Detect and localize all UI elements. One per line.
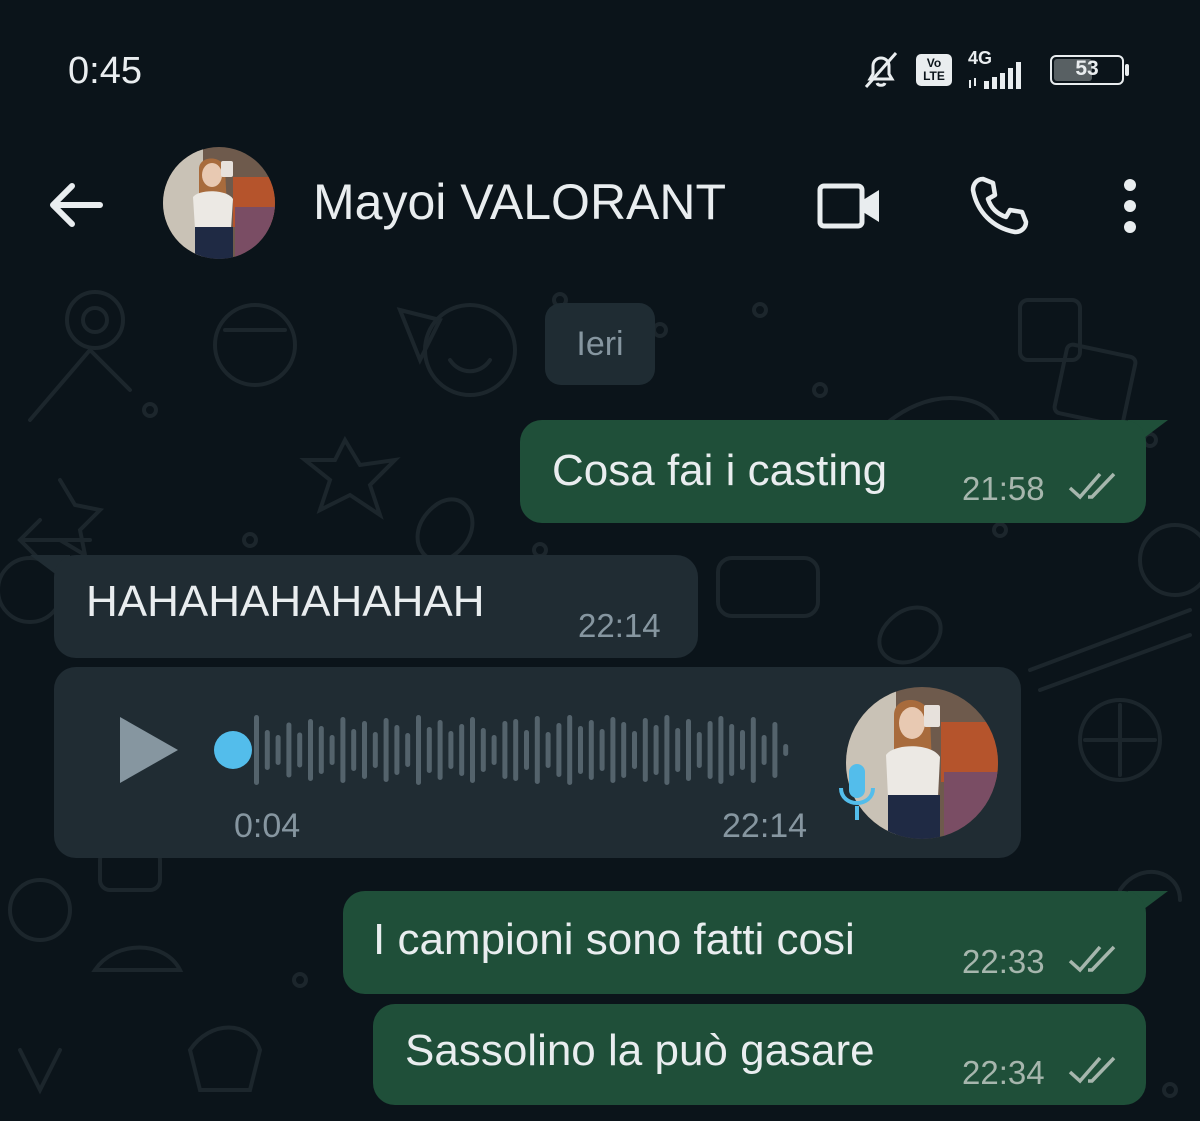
waveform-bar [394,725,400,775]
waveform-bar [718,716,724,784]
waveform-bar [513,719,519,781]
message-time: 22:33 [962,943,1045,980]
waveform-bar [632,731,637,769]
message-text: I campioni sono fatti cosi [373,915,855,964]
waveform-bar [329,735,335,765]
message-text: Cosa fai i casting [552,446,888,495]
status-bar: 0:45 Vo LTE 4G 53 [0,0,1200,130]
waveform-bar [642,718,648,782]
waveform-bar [556,723,562,777]
waveform-bar [707,721,713,779]
waveform-bar [416,715,421,785]
mute-bell-icon [864,52,898,88]
waveform-bar [588,720,594,780]
waveform-bar [297,732,303,768]
phone-call-icon[interactable] [963,170,1035,242]
waveform-bar [599,729,605,771]
waveform-bar [621,722,627,778]
waveform-bar [502,721,508,779]
waveform-bar [524,730,529,770]
waveform-bar [372,732,378,768]
message-text: Sassolino la può gasare [405,1026,875,1075]
waveform-bar [480,728,486,772]
waveform-bar [383,718,389,782]
waveform-bar [275,735,281,765]
waveform-bar [405,733,411,767]
waveform-bar [664,715,670,785]
more-options-icon[interactable] [1094,170,1166,242]
status-icons: Vo LTE 4G 53 [860,48,1130,92]
waveform-bar [491,735,497,765]
date-separator: Ieri [545,303,655,385]
video-call-icon[interactable] [813,170,885,242]
waveform-bar [610,717,616,783]
message-bubble-outgoing[interactable]: Sassolino la può gasare 22:34 [373,1004,1146,1105]
battery-level: 53 [1075,57,1099,80]
chat-area[interactable]: Ieri Cosa fai i casting 21:58 HAHAHAHAHA… [0,290,1200,1121]
waveform-bar [286,722,292,778]
waveform-bar [761,735,767,765]
chat-header: Mayoi VALORANT [0,130,1200,291]
waveform-bar [308,719,313,781]
message-time: 22:14 [578,607,661,644]
message-text: HAHAHAHAHAHAH [86,577,485,626]
message-time: 22:34 [962,1054,1045,1091]
waveform-bar [534,716,540,784]
waveform-bar [448,731,454,769]
waveform-bar [653,725,659,775]
contact-avatar[interactable] [163,147,275,259]
waveform-bar [578,726,583,774]
message-time: 21:58 [962,470,1045,507]
waveform-bar [470,717,475,783]
waveform-bar [696,732,702,768]
signal-icon: 4G [966,48,1036,92]
volte-bottom-label: LTE [923,69,945,83]
waveform-bar [750,717,756,783]
voice-duration: 0:04 [234,807,301,845]
waveform-bar [567,715,573,785]
playback-position-dot[interactable] [214,731,252,769]
waveform-bar [740,730,745,770]
waveform-bar [675,728,681,772]
back-arrow-icon[interactable] [44,173,108,237]
waveform-bar [351,729,357,771]
voice-message-bubble[interactable]: 0:04 22:14 [54,667,1021,858]
waveform-bar [318,726,324,774]
message-bubble-outgoing[interactable]: Cosa fai i casting 21:58 [520,420,1146,523]
message-bubble-outgoing[interactable]: I campioni sono fatti cosi 22:33 [343,891,1146,994]
waveform-bar [426,727,432,773]
battery-icon: 53 [1050,55,1130,85]
waveform-bar [340,717,346,783]
status-time: 0:45 [68,50,142,92]
waveform-bar [362,721,367,779]
read-receipt-icon [1068,945,1116,973]
waveform-bar [783,744,789,756]
waveform-bar [459,724,465,776]
waveform-bar [254,715,259,785]
waveform-bar [772,722,778,778]
waveform-bar [686,719,691,781]
waveform-bar [545,732,551,768]
message-time: 22:14 [722,807,808,845]
waveform-bar [729,724,735,776]
message-bubble-incoming[interactable]: HAHAHAHAHAHAH 22:14 [54,555,698,658]
waveform-bar [437,720,443,780]
volte-icon: Vo LTE [916,54,952,86]
contact-name[interactable]: Mayoi VALORANT [313,173,726,231]
read-receipt-icon [1068,472,1116,500]
read-receipt-icon [1068,1056,1116,1084]
voice-waveform[interactable] [254,705,814,795]
waveform-bar [264,730,270,770]
microphone-icon [839,764,875,820]
play-icon[interactable] [116,715,182,785]
